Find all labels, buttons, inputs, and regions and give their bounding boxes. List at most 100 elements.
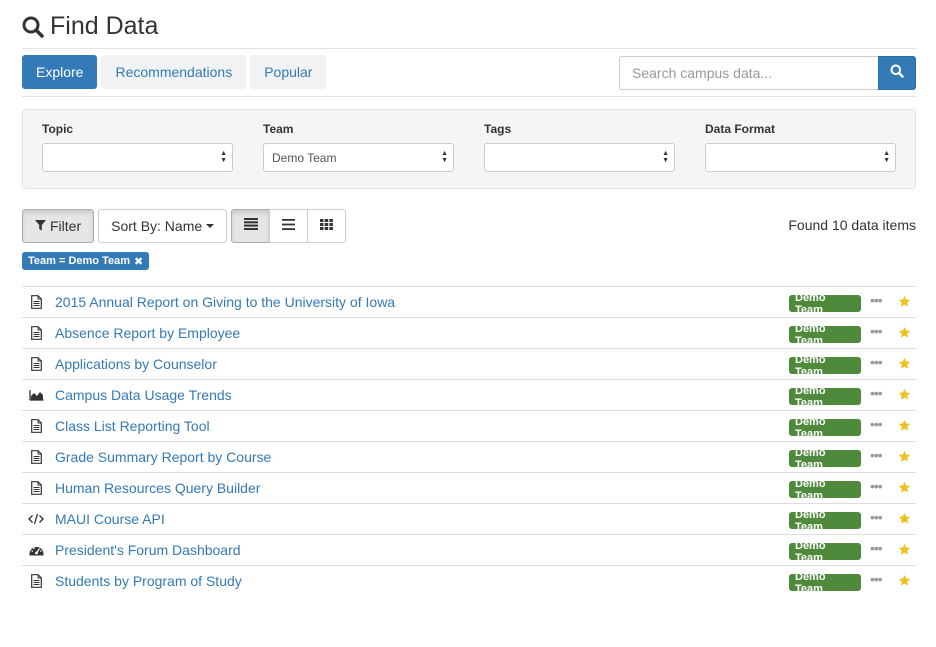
star-icon[interactable] xyxy=(898,295,911,313)
tab-bar: Explore Recommendations Popular xyxy=(22,55,327,89)
more-options-icon[interactable]: ••• xyxy=(870,447,883,463)
page-title: Find Data xyxy=(22,12,158,41)
search-icon xyxy=(22,16,44,38)
team-badge: Demo Team xyxy=(789,416,861,440)
result-title-link[interactable]: Grade Summary Report by Course xyxy=(55,449,271,465)
filter-label: Topic xyxy=(42,122,74,136)
list-item: Human Resources Query Builder Demo Team … xyxy=(22,472,916,503)
more-options-icon[interactable]: ••• xyxy=(870,323,883,339)
result-title-link[interactable]: 2015 Annual Report on Giving to the Univ… xyxy=(55,294,395,310)
filter-team: Team Demo Team ▲ ▼ xyxy=(263,122,454,172)
star-icon[interactable] xyxy=(898,388,911,406)
title-divider xyxy=(22,48,916,49)
star-icon[interactable] xyxy=(898,450,911,468)
caret-down-icon xyxy=(206,224,215,228)
result-title-link[interactable]: Students by Program of Study xyxy=(55,573,242,589)
tags-select[interactable]: ▲ ▼ xyxy=(484,143,675,172)
more-options-icon[interactable]: ••• xyxy=(870,478,883,494)
result-title-link[interactable]: Applications by Counselor xyxy=(55,356,217,372)
search-input[interactable] xyxy=(619,56,878,90)
document-icon xyxy=(28,449,44,465)
filter-toggle-label: Filter xyxy=(50,218,82,234)
result-title-link[interactable]: President's Forum Dashboard xyxy=(55,542,241,558)
view-list-icon xyxy=(282,217,296,235)
team-badge: Demo Team xyxy=(789,447,861,471)
team-badge: Demo Team xyxy=(789,354,861,378)
tab-popular[interactable]: Popular xyxy=(250,55,327,89)
filter-data-format: Data Format ▲ ▼ xyxy=(705,122,896,172)
more-options-icon[interactable]: ••• xyxy=(870,571,883,587)
result-title-link[interactable]: MAUI Course API xyxy=(55,511,165,527)
team-select[interactable]: Demo Team ▲ ▼ xyxy=(263,143,454,172)
sort-dropdown[interactable]: Sort By: Name xyxy=(98,209,228,243)
document-icon xyxy=(28,418,44,434)
star-icon[interactable] xyxy=(898,512,911,530)
filter-panel: Topic ▲ ▼ Team Demo Team ▲ ▼ Tags ▲ ▼ Data … xyxy=(22,109,916,189)
view-toggle-group xyxy=(231,209,347,243)
page-title-text: Find Data xyxy=(50,12,159,40)
filter-label: Data Format xyxy=(705,122,776,136)
select-value: Demo Team xyxy=(272,150,337,165)
list-item: Absence Report by Employee Demo Team ••• xyxy=(22,317,916,348)
filter-toggle-button[interactable]: Filter xyxy=(22,209,95,243)
tabs-divider xyxy=(22,96,916,97)
view-list-button[interactable] xyxy=(269,209,309,243)
list-item: Students by Program of Study Demo Team •… xyxy=(22,565,916,596)
active-filter-label: Team = Demo Team xyxy=(28,255,130,267)
filter-label: Tags xyxy=(484,122,512,136)
sort-label: Sort By: Name xyxy=(111,218,203,234)
select-arrows-icon: ▲ ▼ xyxy=(883,150,890,164)
team-badge: Demo Team xyxy=(789,571,861,595)
view-grid-button[interactable] xyxy=(307,209,347,243)
list-item: President's Forum Dashboard Demo Team ••… xyxy=(22,534,916,565)
more-options-icon[interactable]: ••• xyxy=(870,416,883,432)
tab-explore[interactable]: Explore xyxy=(22,55,98,89)
search-bar xyxy=(619,56,916,90)
close-icon[interactable]: ✖ xyxy=(134,255,143,268)
list-item: Campus Data Usage Trends Demo Team ••• xyxy=(22,379,916,410)
star-icon[interactable] xyxy=(898,419,911,437)
star-icon[interactable] xyxy=(898,326,911,344)
select-arrows-icon: ▲ ▼ xyxy=(220,150,227,164)
data-format-select[interactable]: ▲ ▼ xyxy=(705,143,896,172)
results-toolbar: Filter Sort By: Name xyxy=(22,209,347,243)
area-chart-icon xyxy=(28,387,44,403)
result-title-link[interactable]: Human Resources Query Builder xyxy=(55,480,260,496)
dashboard-icon xyxy=(28,542,44,558)
document-icon xyxy=(28,294,44,310)
list-item: 2015 Annual Report on Giving to the Univ… xyxy=(22,286,916,317)
view-grid-icon xyxy=(320,217,334,235)
select-arrows-icon: ▲ ▼ xyxy=(441,150,448,164)
select-arrows-icon: ▲ ▼ xyxy=(662,150,669,164)
star-icon[interactable] xyxy=(898,481,911,499)
search-button[interactable] xyxy=(878,56,916,90)
more-options-icon[interactable]: ••• xyxy=(870,509,883,525)
more-options-icon[interactable]: ••• xyxy=(870,354,883,370)
result-title-link[interactable]: Campus Data Usage Trends xyxy=(55,387,232,403)
result-title-link[interactable]: Class List Reporting Tool xyxy=(55,418,210,434)
list-item: MAUI Course API Demo Team ••• xyxy=(22,503,916,534)
results-count: Found 10 data items xyxy=(788,217,916,233)
funnel-icon xyxy=(35,218,46,234)
star-icon[interactable] xyxy=(898,574,911,592)
more-options-icon[interactable]: ••• xyxy=(870,540,883,556)
document-icon xyxy=(28,325,44,341)
star-icon[interactable] xyxy=(898,543,911,561)
filter-tags: Tags ▲ ▼ xyxy=(484,122,675,172)
document-icon xyxy=(28,573,44,589)
team-badge: Demo Team xyxy=(789,292,861,316)
team-badge: Demo Team xyxy=(789,323,861,347)
more-options-icon[interactable]: ••• xyxy=(870,292,883,308)
document-icon xyxy=(28,480,44,496)
view-detailed-button[interactable] xyxy=(231,209,271,243)
result-title-link[interactable]: Absence Report by Employee xyxy=(55,325,240,341)
tab-recommendations[interactable]: Recommendations xyxy=(101,55,247,89)
star-icon[interactable] xyxy=(898,357,911,375)
topic-select[interactable]: ▲ ▼ xyxy=(42,143,233,172)
team-badge: Demo Team xyxy=(789,478,861,502)
results-list: 2015 Annual Report on Giving to the Univ… xyxy=(22,286,916,596)
active-filter-chip[interactable]: Team = Demo Team ✖ xyxy=(22,252,150,270)
team-badge: Demo Team xyxy=(789,540,861,564)
filter-topic: Topic ▲ ▼ xyxy=(42,122,233,172)
more-options-icon[interactable]: ••• xyxy=(870,385,883,401)
